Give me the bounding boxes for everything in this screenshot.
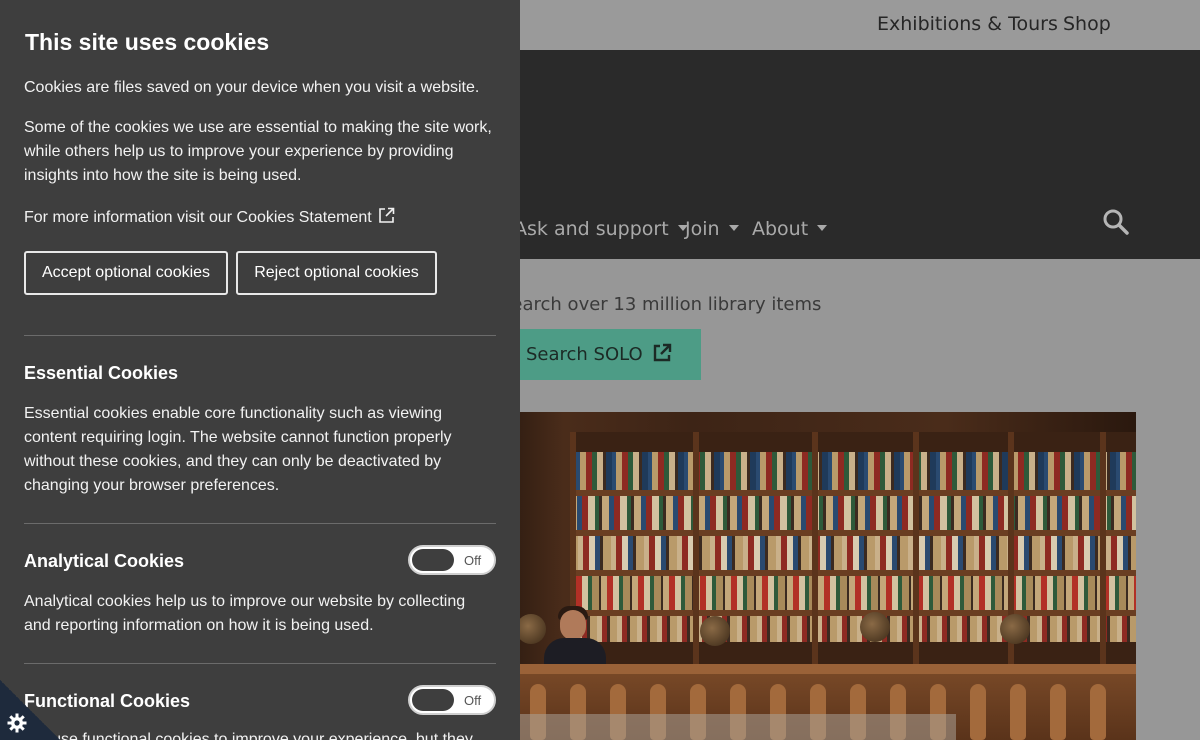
library-photo (500, 412, 1136, 740)
gear-icon (7, 713, 27, 733)
divider (24, 523, 496, 524)
divider (24, 335, 496, 336)
search-solo-button[interactable]: Search SOLO (500, 329, 701, 380)
functional-cookies-text: We use functional cookies to improve you… (24, 731, 473, 740)
search-solo-label: Search SOLO (526, 344, 643, 365)
nav-item-ask-and-support[interactable]: Ask and support (500, 218, 688, 240)
analytical-cookies-toggle[interactable]: Off (408, 545, 496, 575)
utility-link-exhibitions[interactable]: Exhibitions & Tours (877, 13, 1058, 35)
toggle-state-label: Off (464, 553, 482, 568)
chevron-down-icon (728, 224, 739, 231)
cookie-intro-text: Cookies are files saved on your device w… (24, 79, 480, 96)
nav-item-label: About (752, 218, 809, 240)
cookie-description-text: Some of the cookies we use are essential… (24, 119, 492, 184)
toggle-knob (412, 689, 454, 711)
cookie-settings-button[interactable] (0, 680, 60, 740)
reject-optional-cookies-button[interactable]: Reject optional cookies (236, 251, 437, 295)
chevron-down-icon (817, 224, 828, 231)
cookie-consent-panel: This site uses cookies Cookies are files… (0, 0, 520, 740)
search-button[interactable] (1102, 208, 1132, 238)
utility-link-shop[interactable]: Shop (1063, 13, 1111, 35)
external-link-icon (654, 343, 672, 362)
nav-item-label: Ask and support (514, 218, 669, 240)
nav-item-about[interactable]: About (752, 218, 828, 240)
nav-item-label: Join (685, 218, 720, 240)
toggle-state-label: Off (464, 693, 482, 708)
search-subtitle: Search over 13 million library items (500, 294, 822, 315)
search-icon (1103, 209, 1129, 235)
divider (24, 663, 496, 664)
cookie-banner-title: This site uses cookies (25, 29, 270, 55)
functional-cookies-toggle[interactable]: Off (408, 685, 496, 715)
analytical-cookies-text: Analytical cookies help us to improve ou… (24, 593, 466, 634)
cookies-statement-link[interactable]: For more information visit our Cookies S… (24, 207, 395, 227)
toggle-knob (412, 549, 454, 571)
analytical-cookies-heading: Analytical Cookies (24, 551, 185, 571)
nav-item-join[interactable]: Join (685, 218, 739, 240)
essential-cookies-text: Essential cookies enable core functional… (24, 405, 452, 494)
essential-cookies-heading: Essential Cookies (24, 363, 179, 383)
accept-optional-cookies-button[interactable]: Accept optional cookies (24, 251, 228, 295)
cookies-statement-label: For more information visit our Cookies S… (24, 209, 372, 226)
external-link-icon (378, 207, 394, 223)
